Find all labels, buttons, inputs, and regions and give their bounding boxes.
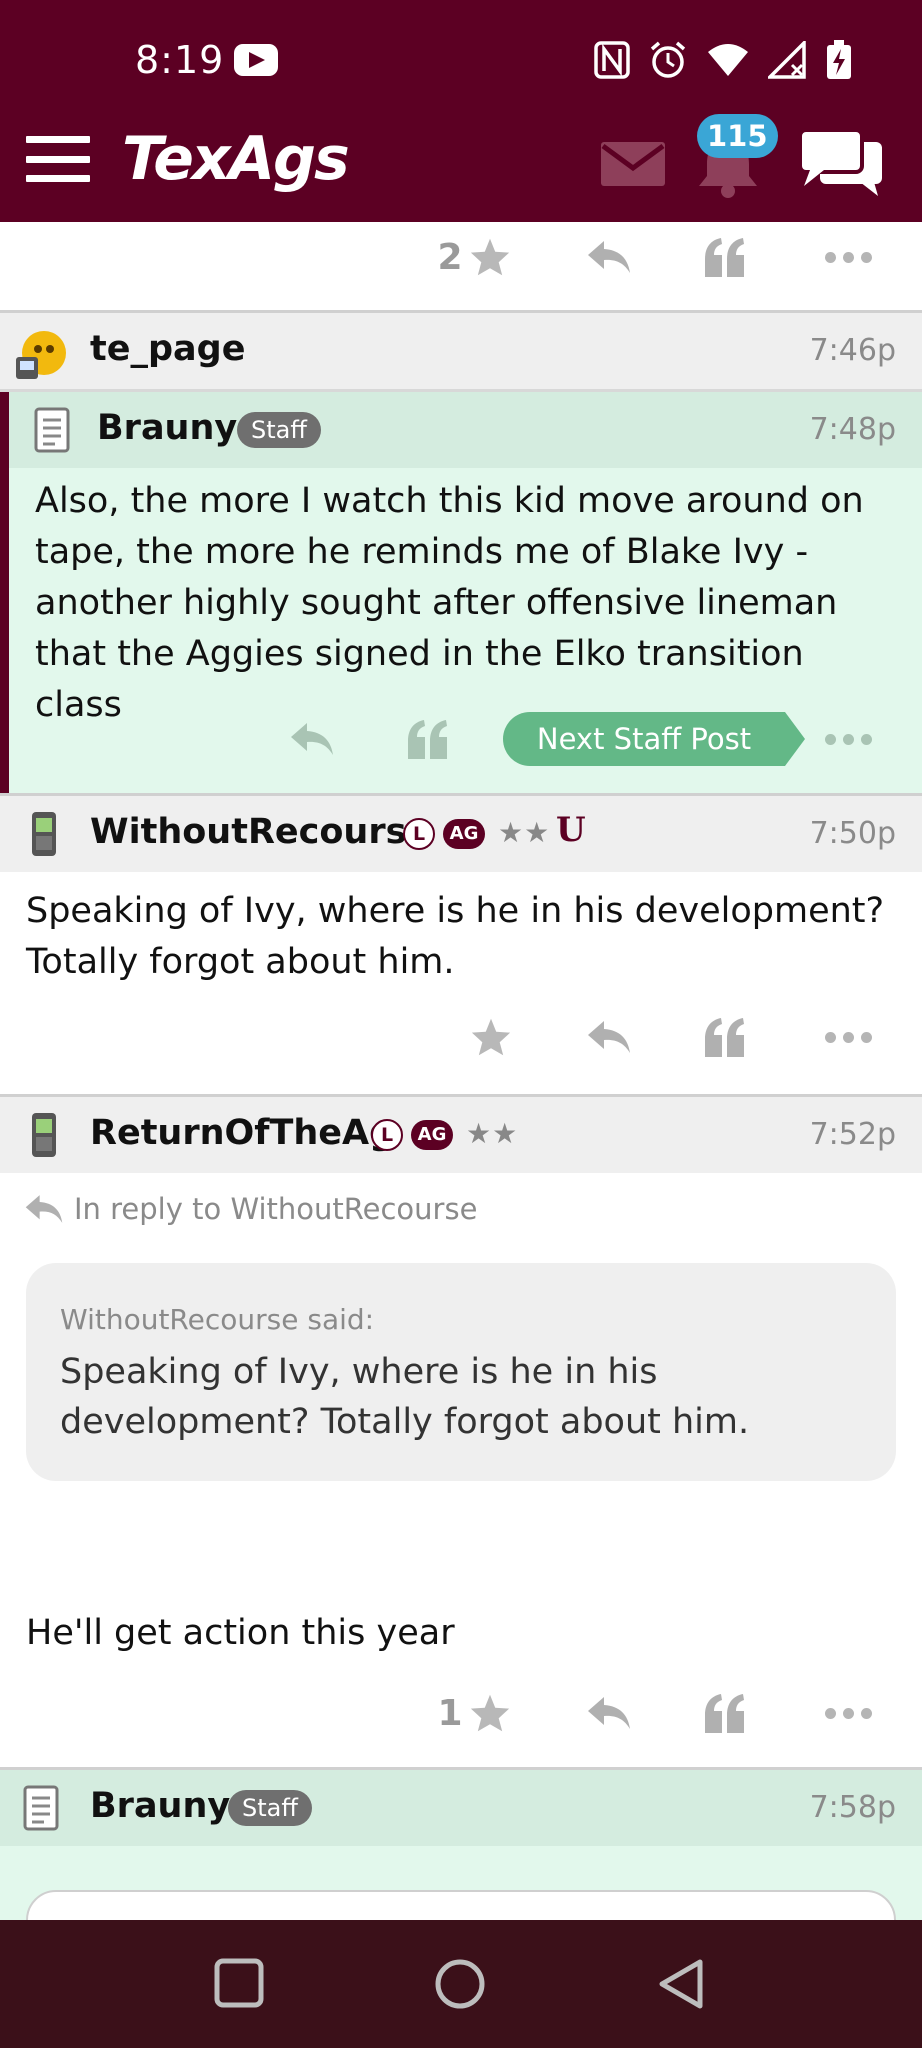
phone-icon <box>26 1111 74 1159</box>
quote-block: WithoutRecourse said: Speaking of Ivy, w… <box>26 1263 896 1481</box>
post-header: ReturnOfTheAg L AG ★★ 7:52p <box>0 1097 922 1173</box>
quote-attribution: WithoutRecourse said: <box>60 1303 375 1336</box>
l-badge: L <box>371 1119 403 1151</box>
quote-text: Speaking of Ivy, where is he in his deve… <box>60 1352 750 1442</box>
post-time: 7:58p <box>809 1790 896 1825</box>
star-button[interactable] <box>460 1002 522 1072</box>
post-actions: Next Staff Post <box>9 704 922 774</box>
more-options-icon[interactable] <box>812 1678 884 1748</box>
author-name[interactable]: ReturnOfTheAg <box>90 1113 394 1153</box>
staff-post-body: Also, the more I watch this kid move aro… <box>9 468 922 796</box>
reply-to-link[interactable]: In reply to WithoutRecourse <box>24 1192 477 1226</box>
post-text: He'll get action this year <box>26 1613 455 1653</box>
quote-icon[interactable] <box>397 704 459 774</box>
star-icon <box>470 1694 509 1732</box>
staff-post-body <box>0 1846 922 1920</box>
post-time: 7:52p <box>809 1117 896 1152</box>
reply-icon[interactable] <box>578 222 640 292</box>
more-options-icon[interactable] <box>812 1002 884 1072</box>
quote-icon[interactable] <box>694 1002 756 1072</box>
nfc-icon <box>594 41 630 83</box>
staff-badge: Staff <box>228 1790 312 1826</box>
post-actions <box>0 1002 922 1072</box>
quote-block <box>26 1890 896 1920</box>
more-options-icon[interactable] <box>812 704 884 774</box>
post-actions: 1 <box>0 1678 922 1748</box>
post-text: Also, the more I watch this kid move aro… <box>35 481 864 725</box>
post-text: Speaking of Ivy, where is he in his deve… <box>26 891 885 982</box>
author-name[interactable]: Brauny <box>90 1786 230 1826</box>
home-button[interactable] <box>434 1958 486 2014</box>
l-badge: L <box>403 818 435 850</box>
post-time: 7:48p <box>809 412 896 447</box>
staff-thread-bar <box>0 392 9 796</box>
notification-count-badge[interactable]: 115 <box>697 114 778 158</box>
reply-icon[interactable] <box>281 704 343 774</box>
star-button[interactable]: 2 <box>432 222 516 292</box>
post-time: 7:50p <box>809 816 896 851</box>
battery-charging-icon <box>826 40 852 84</box>
rating-stars: ★★ <box>498 816 551 849</box>
reply-icon[interactable] <box>578 1002 640 1072</box>
rating-stars: ★★ <box>466 1117 519 1150</box>
star-button[interactable]: 1 <box>432 1678 516 1748</box>
post-header: WithoutRecourse L AG ★★ U 7:50p <box>0 796 922 872</box>
post-header: te_page 7:46p <box>0 313 922 389</box>
staff-badge: Staff <box>237 412 321 448</box>
thread-feed[interactable]: 2 te_page 7:46p Brauny Staff 7:48p Also,… <box>0 222 922 1920</box>
author-name[interactable]: te_page <box>90 329 245 369</box>
post-header: Brauny Staff 7:58p <box>0 1770 922 1846</box>
signal-icon <box>765 38 808 83</box>
ag-badge: AG <box>443 819 485 849</box>
back-button[interactable] <box>656 1958 706 2014</box>
logo[interactable]: TexAgs <box>122 124 350 194</box>
status-time: 8:19 <box>135 38 225 82</box>
ag-badge: AG <box>411 1120 453 1150</box>
avatar[interactable] <box>14 327 66 379</box>
star-icon <box>471 1018 511 1056</box>
post-actions: 2 <box>0 222 922 292</box>
author-name[interactable]: Brauny <box>97 408 237 448</box>
reply-icon[interactable] <box>578 1678 640 1748</box>
chat-icon[interactable] <box>798 128 884 202</box>
alarm-icon <box>648 40 688 84</box>
document-icon <box>22 1784 70 1832</box>
app-header: 8:19 TexAgs 115 <box>0 0 922 222</box>
author-name[interactable]: WithoutRecourse <box>90 812 430 852</box>
more-options-icon[interactable] <box>812 222 884 292</box>
system-nav-bar <box>0 1920 922 2048</box>
reply-icon <box>25 1195 63 1223</box>
recents-button[interactable] <box>214 1958 264 2012</box>
star-icon <box>470 238 509 276</box>
menu-icon[interactable] <box>26 136 90 182</box>
youtube-icon <box>234 44 278 76</box>
quote-icon[interactable] <box>694 1678 756 1748</box>
post-header: Brauny Staff 7:48p <box>9 392 922 468</box>
status-icons <box>594 38 852 84</box>
u-badge: U <box>556 810 586 850</box>
phone-icon <box>26 810 74 858</box>
post-time: 7:46p <box>809 333 896 368</box>
document-icon <box>33 406 81 454</box>
mail-icon[interactable] <box>601 142 665 190</box>
quote-icon[interactable] <box>694 222 756 292</box>
wifi-icon <box>706 42 750 82</box>
